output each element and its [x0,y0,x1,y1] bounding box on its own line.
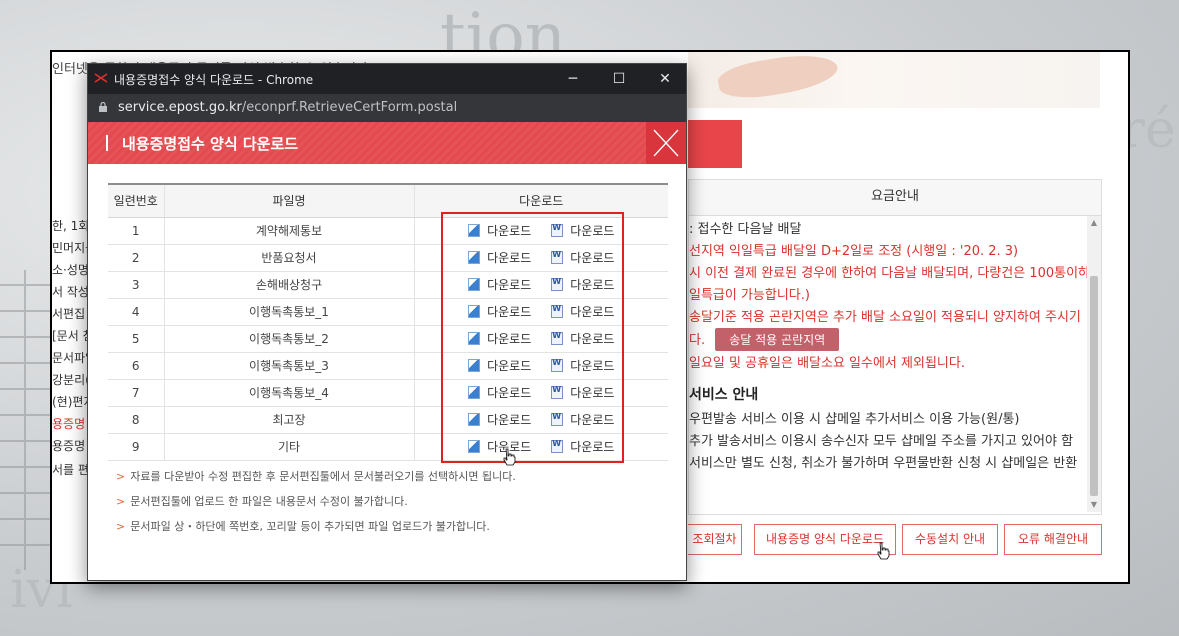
notes-list: > 자료를 다운받아 수정 편집한 후 문서편집툴에서 문서불러오기를 선택하시면… [116,468,516,543]
difficult-area-button[interactable]: 송달 적용 곤란지역 [715,328,840,351]
left-line: 서 작성 [52,285,89,299]
fee-panel-body: : 접수한 다음날 배달 선지역 익일특급 배달일 D+2일로 조정 (시행일 … [689,216,1087,512]
row-filename: 이행독촉통보_2 [163,325,414,353]
row-filename: 이행독촉통보_1 [163,298,414,326]
error-guide-button[interactable]: 오류 해결안내 [1004,524,1102,555]
scroll-thumb[interactable] [1090,276,1098,496]
left-line: 한, 1회 [52,219,90,233]
left-column: 한, 1회 민머지를 소·성명, 서 작성 서편집 [문서 첨 문서파일 강분리… [52,177,96,577]
note-item: > 문서파일 상・하단에 쪽번호, 꼬리말 등이 추가되면 파일 업로드가 불가합… [116,518,516,534]
close-window-button[interactable]: ✕ [642,64,688,94]
service-line: 우편발송 서비스 이용 시 샵메일 추가서비스 이용 가능(원/통) [689,412,1020,427]
note-arrow-icon: > [116,495,126,508]
row-number: 1 [108,217,164,245]
left-line: 용증명 [52,417,86,431]
fee-line-with-button: 다. 송달 적용 곤란지역 [689,328,840,351]
note-text: 문서파일 상・하단에 쪽번호, 꼬리말 등이 추가되면 파일 업로드가 불가합니… [130,520,490,533]
url-text[interactable]: service.epost.go.kr/econprf.RetrieveCert… [118,100,457,115]
column-header-filename: 파일명 [163,183,414,218]
row-number: 4 [108,298,164,326]
left-line: 강분리( [52,373,90,387]
row-filename: 계약해제통보 [163,217,414,245]
epost-logo-icon [94,73,108,83]
popup-header: 내용증명접수 양식 다운로드 [88,122,686,164]
manual-install-button[interactable]: 수동설치 안내 [902,524,998,555]
window-title: 내용증명접수 양식 다운로드 - Chrome [114,73,314,87]
address-bar[interactable]: service.epost.go.kr/econprf.RetrieveCert… [88,94,686,122]
row-number: 5 [108,325,164,353]
note-arrow-icon: > [116,520,126,533]
note-text: 자료를 다운받아 수정 편집한 후 문서편집툴에서 문서불러오기를 선택하시면 … [130,470,516,483]
url-path: /econprf.RetrieveCertForm.postal [241,100,458,115]
fee-line-text: 다. [689,333,706,348]
row-filename: 기타 [163,433,414,461]
lock-icon [99,102,107,112]
header-bar-mark [106,135,108,151]
hand-cursor-icon [877,542,890,560]
lookup-procedure-button[interactable]: 조회절차 [688,524,742,555]
fee-panel-header: 요금안내 [689,180,1101,216]
red-banner [688,120,742,168]
row-number: 6 [108,352,164,380]
fee-line: 일특급이 가능합니다.) [689,288,810,303]
left-line: 용증명 [52,439,86,453]
hand-cursor-icon [503,448,516,466]
service-line: 추가 발송서비스 이용시 송수신자 모두 샵메일 주소를 가지고 있어야 함 [689,434,1074,449]
left-line: 서편집 [52,307,86,321]
url-host: service.epost.go.kr [118,100,242,115]
service-line: 서비스만 별도 신청, 취소가 불가하며 우편물반환 신청 시 샵메일은 반환 [689,456,1078,471]
fee-panel-scrollbar[interactable]: ▲ ▼ [1087,216,1101,512]
highlight-box [441,212,624,463]
row-number: 2 [108,244,164,272]
note-text: 문서편집툴에 업로드 한 파일은 내용문서 수정이 불가합니다. [130,495,408,508]
minimize-button[interactable]: ─ [550,64,596,94]
column-header-number: 일련번호 [108,183,164,218]
row-number: 3 [108,271,164,299]
row-filename: 이행독촉통보_4 [163,379,414,407]
download-popup-window: 내용증명접수 양식 다운로드 - Chrome ─ ☐ ✕ service.ep… [87,63,687,581]
fee-line: : 접수한 다음날 배달 [689,222,802,237]
note-item: > 문서편집툴에 업로드 한 파일은 내용문서 수정이 불가합니다. [116,493,516,509]
note-arrow-icon: > [116,470,126,483]
form-download-button[interactable]: 내용증명 양식 다운로드 [754,524,896,555]
fee-line: 선지역 익일특급 배달일 D+2일로 조정 (시행일 : '20. 2. 3) [689,244,1019,259]
scroll-down-icon[interactable]: ▼ [1087,498,1101,512]
window-title-bar[interactable]: 내용증명접수 양식 다운로드 - Chrome ─ ☐ ✕ [88,64,686,94]
close-icon [653,129,679,157]
row-number: 9 [108,433,164,461]
hero-image [688,52,1100,108]
row-filename: 반품요청서 [163,244,414,272]
fee-line: 일요일 및 공휴일은 배달소요 일수에서 제외됩니다. [689,356,965,371]
fee-info-panel: 요금안내 : 접수한 다음날 배달 선지역 익일특급 배달일 D+2일로 조정 … [688,179,1102,515]
fee-line: 시 이전 결제 완료된 경우에 한하여 다음날 배달되며, 다량건은 100통이… [689,266,1087,281]
note-item: > 자료를 다운받아 수정 편집한 후 문서편집툴에서 문서불러오기를 선택하시면… [116,468,516,484]
popup-close-button[interactable] [646,122,686,164]
fee-line: 송달기준 적용 곤란지역은 추가 배달 소요일이 적용되니 양지하여 주시기 [689,310,1081,325]
scroll-up-icon[interactable]: ▲ [1087,216,1101,230]
row-number: 8 [108,406,164,434]
row-number: 7 [108,379,164,407]
row-filename: 이행독촉통보_3 [163,352,414,380]
popup-title: 내용증명접수 양식 다운로드 [122,135,299,153]
maximize-button[interactable]: ☐ [596,64,642,94]
row-filename: 최고장 [163,406,414,434]
left-line: 서를 편 [52,463,89,477]
row-filename: 손해배상청구 [163,271,414,299]
service-heading: 서비스 안내 [689,387,759,403]
